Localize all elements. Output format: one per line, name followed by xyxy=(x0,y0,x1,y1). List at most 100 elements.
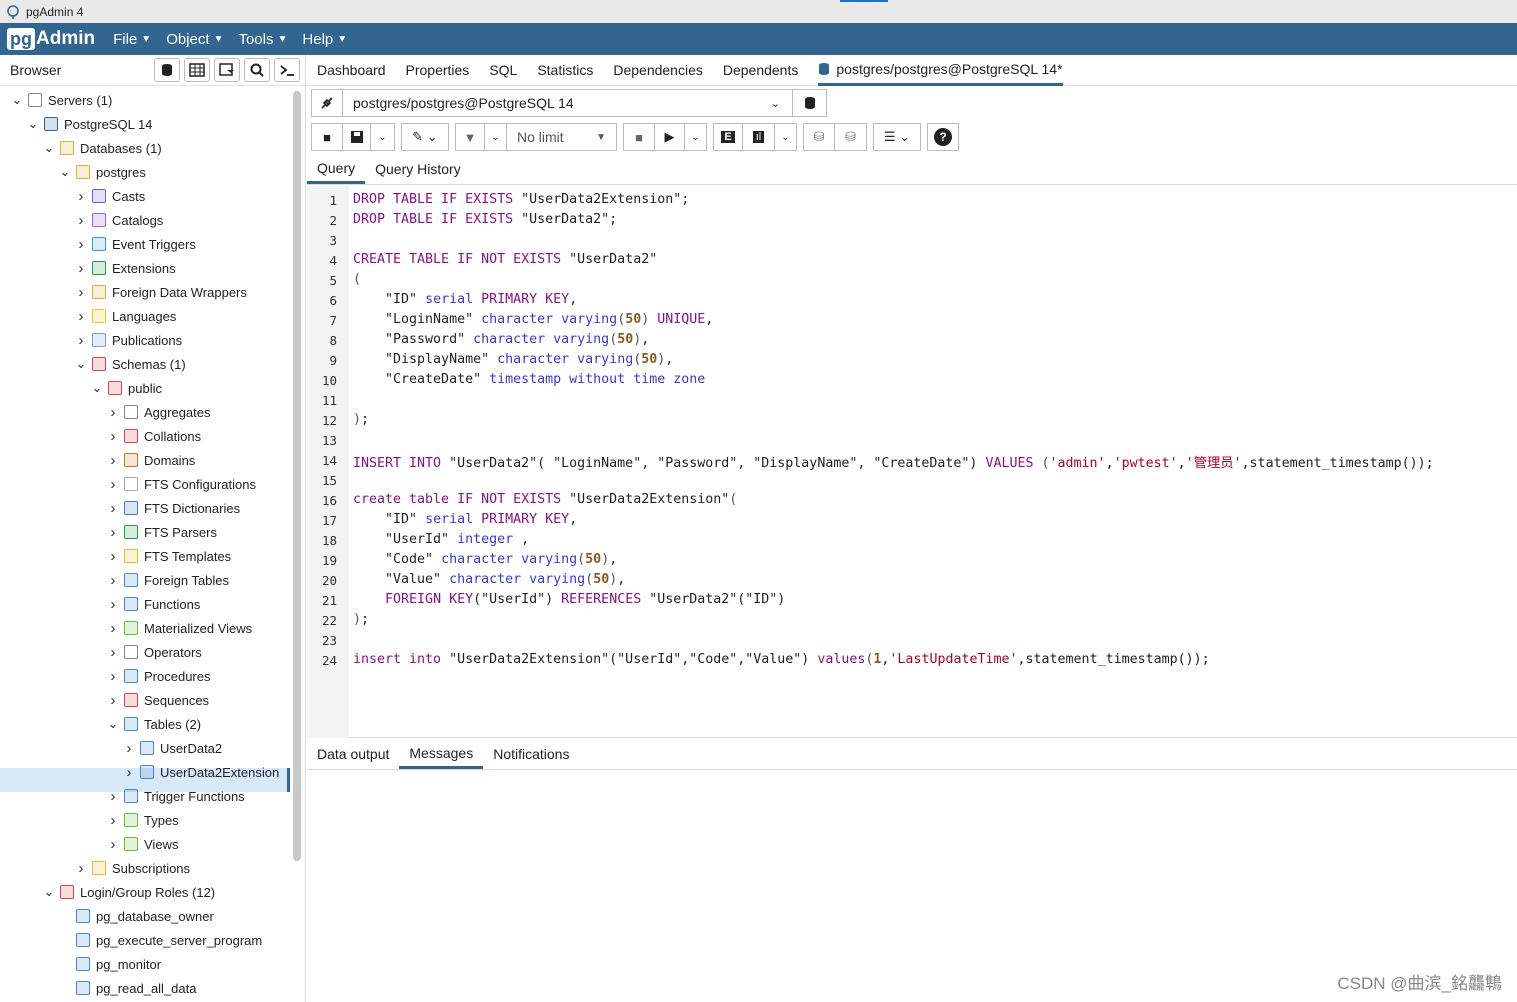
macros-button[interactable]: ☰ ⌄ xyxy=(873,123,921,151)
tree-node-casts[interactable]: › Casts xyxy=(74,184,146,208)
filtered-rows-button[interactable] xyxy=(214,58,240,82)
chevron-right-icon[interactable]: › xyxy=(74,188,88,205)
tab-properties[interactable]: Properties xyxy=(406,55,470,86)
search-objects-button[interactable] xyxy=(244,58,270,82)
chevron-down-icon[interactable]: ⌄ xyxy=(10,93,24,106)
tree-node-extensions[interactable]: › Extensions xyxy=(74,256,176,280)
chevron-right-icon[interactable]: › xyxy=(106,428,120,445)
chevron-right-icon[interactable]: › xyxy=(122,764,136,781)
execute-dropdown-button[interactable]: ⌄ xyxy=(685,123,707,151)
edit-button[interactable]: ✎ ⌄ xyxy=(401,123,449,151)
tree-node-domains[interactable]: › Domains xyxy=(106,448,196,472)
connection-select[interactable]: postgres/postgres@PostgreSQL 14 ⌄ xyxy=(343,89,793,117)
explain-analyze-button[interactable]: ıl xyxy=(743,123,775,151)
tree-node-sequences[interactable]: › Sequences xyxy=(106,688,210,712)
menu-help[interactable]: Help ▼ xyxy=(302,31,347,48)
menu-file[interactable]: File ▼ xyxy=(113,31,151,48)
tree-node-types[interactable]: › Types xyxy=(106,808,179,832)
open-file-button[interactable]: ■ xyxy=(311,123,343,151)
tree-node-postgres[interactable]: ⌄ postgres xyxy=(58,160,146,184)
chevron-right-icon[interactable]: › xyxy=(74,308,88,325)
save-dropdown-button[interactable]: ⌄ xyxy=(371,123,395,151)
chevron-down-icon[interactable]: ⌄ xyxy=(42,141,56,154)
explain-dropdown-button[interactable]: ⌄ xyxy=(775,123,797,151)
tab-query-tool[interactable]: postgres/postgres@PostgreSQL 14* xyxy=(818,55,1063,86)
tab-query[interactable]: Query xyxy=(307,154,366,184)
chevron-right-icon[interactable]: › xyxy=(106,476,120,493)
tree-node-tables-2[interactable]: ⌄ Tables (2) xyxy=(106,712,202,736)
tree-node-publications[interactable]: › Publications xyxy=(74,328,183,352)
tree-node-foreign-tables[interactable]: › Foreign Tables xyxy=(106,568,230,592)
filter-dropdown-button[interactable]: ⌄ xyxy=(485,123,507,151)
chevron-right-icon[interactable]: › xyxy=(106,596,120,613)
browser-scrollbar[interactable] xyxy=(293,91,301,861)
chevron-down-icon[interactable]: ⌄ xyxy=(58,165,72,178)
filter-button[interactable]: ▼ xyxy=(455,123,485,151)
chevron-right-icon[interactable]: › xyxy=(106,812,120,829)
tree-node-catalogs[interactable]: › Catalogs xyxy=(74,208,164,232)
tab-messages[interactable]: Messages xyxy=(399,739,484,769)
tab-dashboard[interactable]: Dashboard xyxy=(317,55,386,86)
chevron-right-icon[interactable]: › xyxy=(106,404,120,421)
chevron-right-icon[interactable]: › xyxy=(106,500,120,517)
chevron-down-icon[interactable]: ⌄ xyxy=(26,117,40,130)
tab-statistics[interactable]: Statistics xyxy=(537,55,593,86)
chevron-down-icon[interactable]: ⌄ xyxy=(42,885,56,898)
chevron-down-icon[interactable]: ⌄ xyxy=(90,381,104,394)
chevron-right-icon[interactable]: › xyxy=(74,332,88,349)
tree-node-pg-monitor[interactable]: pg_monitor xyxy=(58,952,161,976)
chevron-right-icon[interactable]: › xyxy=(74,284,88,301)
chevron-right-icon[interactable]: › xyxy=(74,212,88,229)
tab-dependents[interactable]: Dependents xyxy=(723,55,799,86)
execute-button[interactable]: ▶ xyxy=(655,123,685,151)
tree-node-databases-1[interactable]: ⌄ Databases (1) xyxy=(42,136,162,160)
tab-notifications[interactable]: Notifications xyxy=(483,739,579,769)
chevron-right-icon[interactable]: › xyxy=(106,620,120,637)
tree-node-fts-dictionaries[interactable]: › FTS Dictionaries xyxy=(106,496,241,520)
tree-node-pg-database-owner[interactable]: pg_database_owner xyxy=(58,904,214,928)
sql-editor[interactable]: 1 2 3 4 5 6 7 8 9 10 11 12 13 14 15 16 17 18 19 20 21 22 23 24 … xyxy=(307,186,1517,738)
connection-status-button[interactable] xyxy=(311,89,343,117)
chevron-right-icon[interactable]: › xyxy=(122,740,136,757)
rollback-button[interactable]: ⛁ xyxy=(835,123,867,151)
menu-tools[interactable]: Tools ▼ xyxy=(238,31,287,48)
stop-button[interactable]: ■ xyxy=(623,123,655,151)
chevron-right-icon[interactable]: › xyxy=(74,236,88,253)
menu-object[interactable]: Object ▼ xyxy=(166,31,223,48)
chevron-right-icon[interactable]: › xyxy=(106,836,120,853)
tree-node-languages[interactable]: › Languages xyxy=(74,304,177,328)
tree-node-functions[interactable]: › Functions xyxy=(106,592,201,616)
chevron-right-icon[interactable]: › xyxy=(106,524,120,541)
tree-node-fts-configurations[interactable]: › FTS Configurations xyxy=(106,472,257,496)
chevron-right-icon[interactable]: › xyxy=(106,452,120,469)
tab-sql[interactable]: SQL xyxy=(489,55,517,86)
tab-query-history[interactable]: Query History xyxy=(365,154,471,184)
chevron-right-icon[interactable]: › xyxy=(74,260,88,277)
explain-button[interactable]: E xyxy=(713,123,743,151)
chevron-right-icon[interactable]: › xyxy=(106,548,120,565)
object-explorer-button[interactable] xyxy=(154,58,180,82)
tree-node-views[interactable]: › Views xyxy=(106,832,179,856)
chevron-right-icon[interactable]: › xyxy=(106,572,120,589)
chevron-down-icon[interactable]: ⌄ xyxy=(74,357,88,370)
tree-node-userdata2[interactable]: › UserData2 xyxy=(122,736,223,760)
chevron-down-icon[interactable]: ⌄ xyxy=(106,717,120,730)
tree-node-procedures[interactable]: › Procedures xyxy=(106,664,211,688)
tab-dependencies[interactable]: Dependencies xyxy=(613,55,703,86)
psql-tool-button[interactable] xyxy=(274,58,300,82)
chevron-right-icon[interactable]: › xyxy=(106,788,120,805)
commit-button[interactable]: ⛁ xyxy=(803,123,835,151)
tree-node-fts-templates[interactable]: › FTS Templates xyxy=(106,544,232,568)
row-limit-select[interactable]: No limit ▼ xyxy=(507,123,617,151)
tree-node-fts-parsers[interactable]: › FTS Parsers xyxy=(106,520,217,544)
tree-node-postgresql-14[interactable]: ⌄ PostgreSQL 14 xyxy=(26,112,153,136)
tree-node-event-triggers[interactable]: › Event Triggers xyxy=(74,232,196,256)
tree-node-servers-1[interactable]: ⌄ Servers (1) xyxy=(10,88,113,112)
tree-node-public[interactable]: ⌄ public xyxy=(90,376,162,400)
tree-node-trigger-functions[interactable]: › Trigger Functions xyxy=(106,784,245,808)
save-file-button[interactable] xyxy=(343,123,371,151)
tree-node-pg-read-all-data[interactable]: pg_read_all_data xyxy=(58,976,196,1000)
tree-node-pg-execute-server-program[interactable]: pg_execute_server_program xyxy=(58,928,262,952)
tree-node-collations[interactable]: › Collations xyxy=(106,424,202,448)
view-data-button[interactable] xyxy=(184,58,210,82)
